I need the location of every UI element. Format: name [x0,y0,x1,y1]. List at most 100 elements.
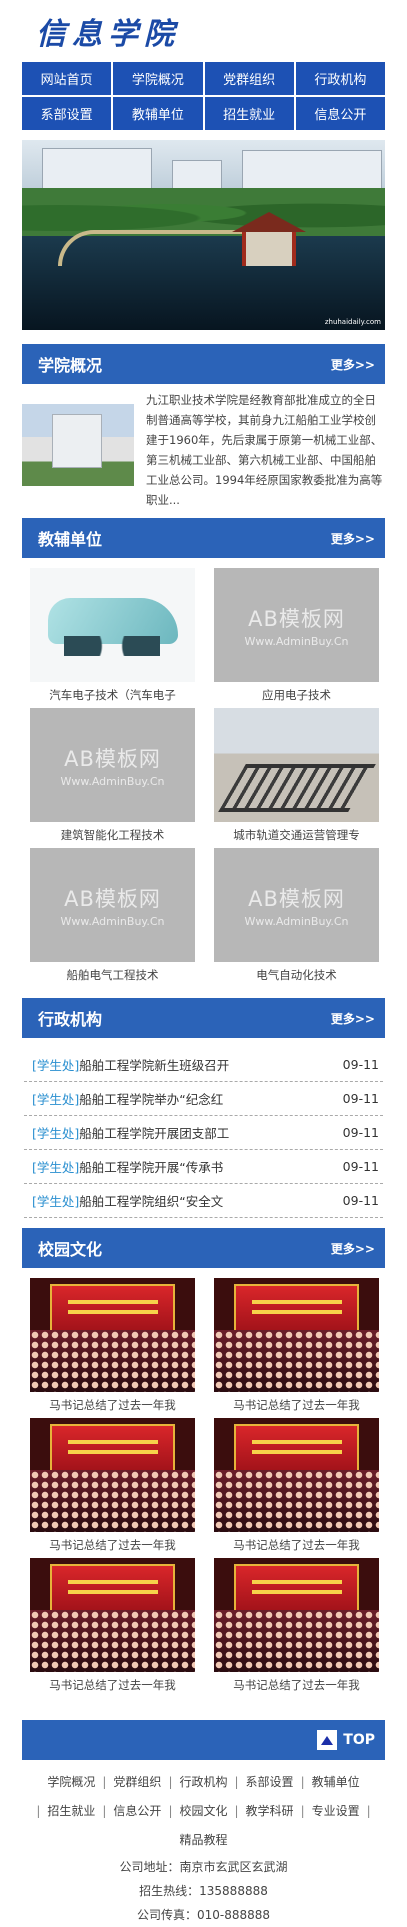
placeholder-watermark-url: Www.AdminBuy.Cn [60,914,165,928]
culture-caption: 马书记总结了过去一年我 [233,1398,360,1412]
footer-links: 学院概况 | 党群组织 | 行政机构 | 系部设置 | 教辅单位 | 招生就业 | 信息公开 | 校园文化… [26,1768,381,1855]
about-section: 九江职业技术学院是经教育部批准成立的全日制普通高等学校，其前身九江船舶工业学校创… [22,390,385,516]
footer-separator: | [300,1775,305,1789]
nav-item-party[interactable]: 党群组织 [204,62,294,95]
unit-card[interactable]: AB模板网 Www.AdminBuy.Cn 船舶电气工程技术 [30,848,195,988]
footer-separator: | [168,1804,173,1818]
nav-item-departments[interactable]: 系部设置 [22,97,112,130]
footer-info: 公司地址：南京市玄武区玄武湖 招生热线：135888888 公司传真：010-8… [0,1855,407,1927]
footer-link[interactable]: 教辅单位 [312,1775,360,1789]
nav-item-home[interactable]: 网站首页 [22,62,112,95]
about-text: 九江职业技术学院是经教育部批准成立的全日制普通高等学校，其前身九江船舶工业学校创… [146,393,383,507]
culture-card[interactable]: 马书记总结了过去一年我 [30,1418,195,1558]
news-row[interactable]: [学生处]船舶工程学院开展“传承书 09-11 [24,1150,383,1184]
news-title[interactable]: 船舶工程学院开展团支部工 [79,1126,229,1141]
culture-card[interactable]: 马书记总结了过去一年我 [214,1558,379,1698]
footer-link[interactable]: 招生就业 [47,1804,95,1818]
admin-more-link[interactable]: 更多>> [331,1010,375,1027]
culture-card[interactable]: 马书记总结了过去一年我 [214,1278,379,1418]
placeholder-watermark: AB模板网 [64,886,161,911]
footer-link[interactable]: 行政机构 [179,1775,227,1789]
banner-watermark: zhuhaidaily.com [324,318,381,326]
admin-news-list: [学生处]船舶工程学院新生班级召开 09-11 [学生处]船舶工程学院举办“纪念… [24,1048,383,1218]
footer-fax: 公司传真：010-888888 [136,1908,271,1922]
culture-card[interactable]: 马书记总结了过去一年我 [30,1278,195,1418]
unit-caption: 城市轨道交通运营管理专 [233,828,360,842]
culture-photo [214,1558,379,1672]
footer-link[interactable]: 精品教程 [179,1833,227,1847]
banner-building [242,150,382,192]
footer-link[interactable]: 教学科研 [246,1804,294,1818]
banner-building [42,148,152,192]
culture-photo [30,1418,195,1532]
unit-image-placeholder: AB模板网 Www.AdminBuy.Cn [214,848,379,962]
placeholder-watermark-url: Www.AdminBuy.Cn [60,774,165,788]
unit-card[interactable]: AB模板网 Www.AdminBuy.Cn 应用电子技术 [214,568,379,708]
news-row[interactable]: [学生处]船舶工程学院举办“纪念红 09-11 [24,1082,383,1116]
admin-title: 行政机构 [38,1010,103,1029]
culture-section-header: 校园文化 更多>> [22,1228,385,1268]
footer-hotline: 招生热线：135888888 [139,1884,268,1898]
culture-card[interactable]: 马书记总结了过去一年我 [30,1558,195,1698]
news-title[interactable]: 船舶工程学院组织“安全文 [79,1194,223,1209]
footer-separator: | [102,1804,107,1818]
back-to-top-label: TOP [343,1732,375,1748]
nav-item-admin[interactable]: 行政机构 [295,62,385,95]
footer-separator: | [234,1775,239,1789]
placeholder-watermark-url: Www.AdminBuy.Cn [244,634,349,648]
footer-link[interactable]: 党群组织 [113,1775,161,1789]
placeholder-watermark: AB模板网 [248,886,345,911]
footer-link[interactable]: 校园文化 [179,1804,227,1818]
news-category[interactable]: [学生处] [32,1126,79,1141]
culture-photo [30,1278,195,1392]
footer-separator: | [234,1804,239,1818]
footer-link[interactable]: 系部设置 [246,1775,294,1789]
culture-caption: 马书记总结了过去一年我 [233,1678,360,1692]
site-logo[interactable]: 信息学院 [36,9,180,53]
footer-separator: | [300,1804,305,1818]
about-image[interactable] [22,404,134,486]
culture-card[interactable]: 马书记总结了过去一年我 [214,1418,379,1558]
news-row[interactable]: [学生处]船舶工程学院开展团支部工 09-11 [24,1116,383,1150]
culture-caption: 马书记总结了过去一年我 [49,1538,176,1552]
banner-image[interactable]: zhuhaidaily.com [22,140,385,330]
news-row[interactable]: [学生处]船舶工程学院新生班级召开 09-11 [24,1048,383,1082]
placeholder-watermark-url: Www.AdminBuy.Cn [244,914,349,928]
nav-item-info[interactable]: 信息公开 [295,97,385,130]
unit-card[interactable]: 城市轨道交通运营管理专 [214,708,379,848]
back-to-top-button[interactable]: TOP [317,1730,375,1750]
footer-link[interactable]: 学院概况 [47,1775,95,1789]
about-more-link[interactable]: 更多>> [331,356,375,373]
culture-more-link[interactable]: 更多>> [331,1240,375,1257]
unit-image-rail [214,708,379,822]
unit-card[interactable]: 汽车电子技术（汽车电子 [30,568,195,708]
news-date: 09-11 [342,1125,379,1140]
units-more-link[interactable]: 更多>> [331,530,375,547]
culture-photo [30,1558,195,1672]
news-date: 09-11 [342,1057,379,1072]
news-category[interactable]: [学生处] [32,1092,79,1107]
news-date: 09-11 [342,1091,379,1106]
banner-pavilion [232,212,306,272]
news-category[interactable]: [学生处] [32,1194,79,1209]
units-grid: 汽车电子技术（汽车电子 AB模板网 Www.AdminBuy.Cn 应用电子技术 … [30,568,379,988]
nav-item-about[interactable]: 学院概况 [113,62,203,95]
placeholder-watermark: AB模板网 [248,606,345,631]
culture-caption: 马书记总结了过去一年我 [233,1538,360,1552]
unit-card[interactable]: AB模板网 Www.AdminBuy.Cn 电气自动化技术 [214,848,379,988]
site-header: 信息学院 [0,0,407,62]
news-category[interactable]: [学生处] [32,1160,79,1175]
footer-separator: | [366,1804,371,1818]
footer-link[interactable]: 专业设置 [312,1804,360,1818]
news-title[interactable]: 船舶工程学院新生班级召开 [79,1058,229,1073]
news-title[interactable]: 船舶工程学院举办“纪念红 [79,1092,223,1107]
news-category[interactable]: [学生处] [32,1058,79,1073]
news-title[interactable]: 船舶工程学院开展“传承书 [79,1160,223,1175]
culture-photo [214,1418,379,1532]
nav-item-units[interactable]: 教辅单位 [113,97,203,130]
unit-card[interactable]: AB模板网 Www.AdminBuy.Cn 建筑智能化工程技术 [30,708,195,848]
footer-link[interactable]: 信息公开 [113,1804,161,1818]
nav-item-admissions[interactable]: 招生就业 [204,97,294,130]
footer-separator: | [102,1775,107,1789]
news-row[interactable]: [学生处]船舶工程学院组织“安全文 09-11 [24,1184,383,1218]
